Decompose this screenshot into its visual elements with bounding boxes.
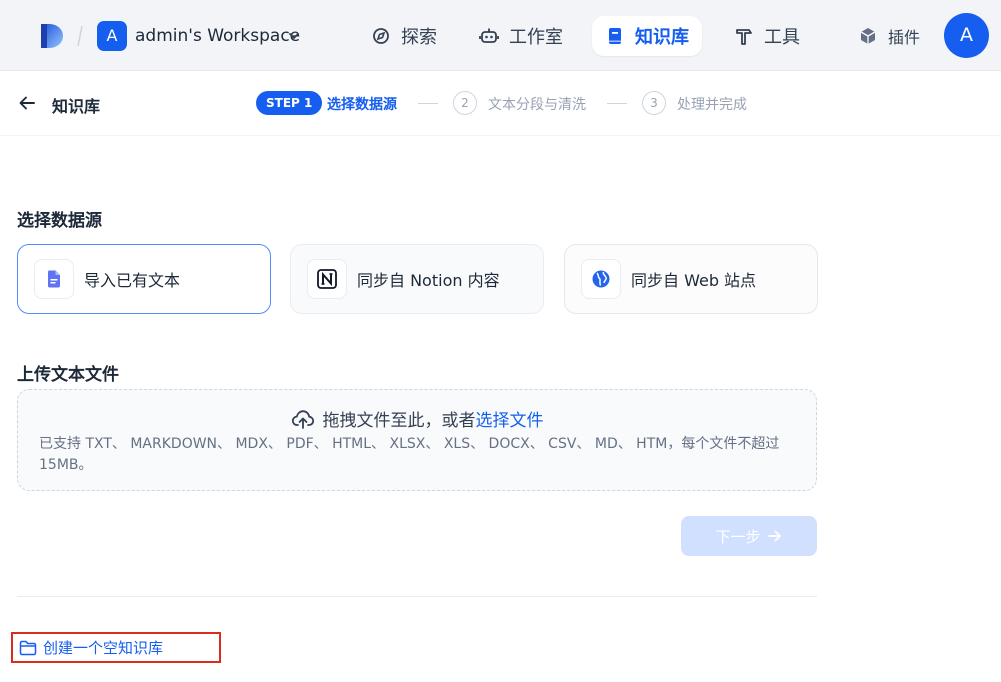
breadcrumb-separator-icon	[77, 25, 83, 47]
datasource-option-label: 导入已有文本	[84, 271, 181, 290]
nav-tab-studio[interactable]: 工作室	[466, 16, 576, 56]
datasource-icon-box	[34, 259, 74, 299]
datasource-option-import-text[interactable]: 导入已有文本	[17, 244, 271, 314]
cube-icon	[860, 28, 876, 44]
globe-icon	[592, 270, 610, 288]
next-step-label: 下一步	[715, 527, 761, 546]
nav-tab-label: 探索	[401, 27, 437, 48]
file-text-icon	[48, 270, 60, 288]
nav-tab-label: 插件	[888, 28, 921, 47]
page-title: 知识库	[52, 97, 101, 116]
nav-tab-label: 工作室	[509, 27, 563, 48]
step-3-label: 处理并完成	[677, 97, 747, 113]
step-1-label: 选择数据源	[327, 97, 397, 113]
datasource-option-web[interactable]: 同步自 Web 站点	[564, 244, 818, 314]
dify-logo-icon[interactable]	[37, 22, 65, 50]
user-avatar[interactable]: A	[944, 13, 989, 58]
dropzone-drag-text: 拖拽文件至此，或者	[322, 411, 476, 431]
datasource-section-title: 选择数据源	[17, 211, 102, 231]
nav-tab-plugins[interactable]: 插件	[845, 16, 933, 56]
datasource-option-label: 同步自 Web 站点	[631, 271, 757, 290]
compass-icon	[373, 28, 389, 44]
step-1-badge: STEP 1	[256, 91, 323, 115]
next-step-button[interactable]: 下一步	[681, 516, 817, 556]
create-empty-knowledge-link[interactable]: 创建一个空知识库	[11, 632, 221, 663]
book-icon	[609, 28, 621, 44]
chevron-down-icon[interactable]	[288, 31, 300, 41]
dropzone-prompt: 拖拽文件至此，或者选择文件	[18, 406, 816, 431]
folder-icon	[19, 640, 37, 655]
top-navigation-bar: A admin's Workspace 探索 工作室 知识库 工具 插件 A	[0, 0, 1001, 71]
step-connector	[607, 103, 627, 104]
datasource-icon-box	[307, 259, 347, 299]
nav-tab-tools[interactable]: 工具	[721, 16, 813, 56]
notion-icon	[317, 269, 337, 289]
hammer-icon	[736, 29, 752, 45]
robot-icon	[479, 28, 499, 43]
step-connector	[418, 103, 438, 104]
arrow-left-icon[interactable]	[18, 94, 36, 112]
workspace-avatar[interactable]: A	[97, 21, 127, 51]
cloud-upload-icon	[291, 410, 314, 429]
step-2-number: 2	[453, 91, 477, 115]
select-file-link[interactable]: 选择文件	[476, 411, 544, 431]
step-2-label: 文本分段与清洗	[488, 97, 586, 113]
datasource-icon-box	[581, 259, 621, 299]
nav-tab-knowledge[interactable]: 知识库	[592, 16, 702, 56]
section-divider	[17, 596, 817, 597]
file-dropzone[interactable]: 拖拽文件至此，或者选择文件 已支持 TXT、 MARKDOWN、 MDX、 PD…	[17, 389, 817, 491]
arrow-right-icon	[767, 530, 781, 542]
nav-tab-explore[interactable]: 探索	[358, 16, 450, 56]
nav-tab-label: 知识库	[635, 27, 689, 48]
workspace-name[interactable]: admin's Workspace	[135, 25, 300, 47]
step-3-number: 3	[642, 91, 666, 115]
nav-tab-label: 工具	[764, 27, 800, 48]
supported-formats-hint: 已支持 TXT、 MARKDOWN、 MDX、 PDF、 HTML、 XLSX、…	[39, 436, 780, 473]
step-header: 知识库 STEP 1 选择数据源 2 文本分段与清洗 3 处理并完成	[0, 71, 1001, 136]
upload-section-title: 上传文本文件	[17, 365, 119, 385]
create-empty-label: 创建一个空知识库	[43, 639, 164, 657]
datasource-option-label: 同步自 Notion 内容	[357, 271, 500, 290]
datasource-option-notion[interactable]: 同步自 Notion 内容	[290, 244, 544, 314]
